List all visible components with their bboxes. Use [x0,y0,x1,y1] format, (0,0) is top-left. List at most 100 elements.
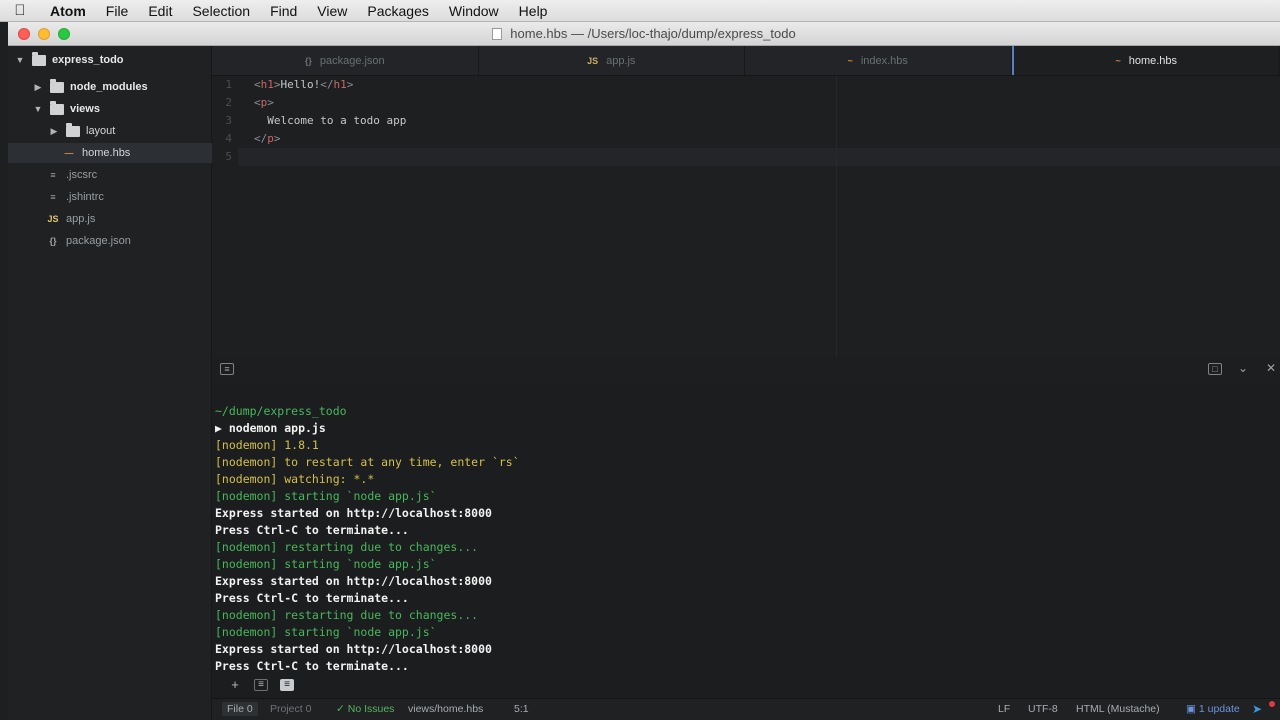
tab-index-hbs[interactable]: ~ index.hbs [745,46,1012,75]
terminal-line: Express started on http://localhost:8000 [215,642,492,656]
file-issues-tab[interactable]: File 0 [222,702,258,716]
menu-find[interactable]: Find [260,3,307,19]
file-path[interactable]: views/home.hbs [408,703,483,715]
menu-atom[interactable]: Atom [40,3,96,19]
folder-icon [50,78,64,93]
menu-file[interactable]: File [96,3,139,19]
grammar[interactable]: HTML (Mustache) [1076,703,1160,715]
title-bar: home.hbs — /Users/loc-thajo/dump/express… [8,22,1280,46]
handlebars-file-icon: — [64,148,74,158]
javascript-file-icon: JS [587,55,599,66]
chevron-down-icon: ▼ [33,104,43,114]
tree-item-label: .jscsrc [66,169,98,181]
terminal-line: [nodemon] starting `node app.js` [215,625,437,639]
tab-home-hbs[interactable]: ~ home.hbs [1011,46,1280,75]
window-controls [18,28,70,40]
maximize-icon[interactable]: □ [1208,363,1222,375]
cursor-position[interactable]: 5:1 [514,703,529,715]
terminal-line: Press Ctrl-C to terminate... [215,659,409,673]
tree-item-node-modules[interactable]: ▶ node_modules [8,77,212,97]
menu-packages[interactable]: Packages [357,3,438,19]
menu-help[interactable]: Help [509,3,558,19]
terminal-line: [nodemon] restarting due to changes... [215,608,479,622]
atom-window: home.hbs — /Users/loc-thajo/dump/express… [8,22,1280,720]
terminal-line: ~/dump/express_todo [215,404,347,418]
menu-selection[interactable]: Selection [182,3,260,19]
terminal-line: [nodemon] starting `node app.js` [215,489,437,503]
terminal-line: [nodemon] to restart at any time, enter … [215,455,520,469]
tree-item-label: home.hbs [82,147,131,159]
minimize-window-button[interactable] [38,28,50,40]
update-label: 1 update [1198,703,1240,715]
tab-label: package.json [319,54,385,67]
terminal-line: [nodemon] starting `node app.js` [215,557,437,571]
tab-package-json[interactable]: {} package.json [212,46,479,75]
tree-item-jscsrc[interactable]: ≡ .jscsrc [8,165,212,185]
menu-edit[interactable]: Edit [138,3,182,19]
terminal-icon[interactable]: ≡ [220,363,234,375]
tab-label: home.hbs [1128,54,1178,67]
terminal-line: Express started on http://localhost:8000 [215,506,492,520]
tree-item-app-js[interactable]: JS app.js [8,209,212,229]
encoding[interactable]: UTF-8 [1028,703,1058,715]
line-number: 2 [225,96,232,109]
linter-status[interactable]: ✓ No Issues [336,703,394,715]
tree-item-label: app.js [66,213,96,225]
terminal-tab-icon[interactable]: ≡ [254,679,268,691]
menu-view[interactable]: View [307,3,357,19]
json-file-icon: {} [49,236,57,246]
tab-label: app.js [606,54,636,67]
terminal-line: Press Ctrl-C to terminate... [215,523,409,537]
terminal-tab-active-icon[interactable]: ≡ [280,679,294,691]
close-window-button[interactable] [18,28,30,40]
terminal-header: ≡ □ ⌄ ✕ [212,356,1280,384]
tree-item-package-json[interactable]: {} package.json [8,231,212,251]
tree-item-label: node_modules [70,81,148,93]
chevron-right-icon: ▶ [34,81,42,92]
tree-view: ▼ express_todo ▶ node_modules ▼ views ▶ … [8,46,212,720]
code-editor[interactable]: 1 2 3 4 5 <h1>Hello!</h1> <p> Welcome to… [212,76,1280,356]
code-line: <p> [254,96,274,109]
line-ending[interactable]: LF [998,703,1010,715]
folder-icon [66,122,80,137]
code-line: Welcome to a todo app [254,114,407,127]
handlebars-file-icon: ~ [1115,55,1121,66]
config-file-icon: ≡ [50,170,56,180]
tree-item-views[interactable]: ▼ views [8,99,212,119]
javascript-file-icon: JS [47,214,59,224]
tree-item-home-hbs[interactable]: — home.hbs [8,143,212,163]
terminal-output[interactable]: ~/dump/express_todo ▶ nodemon app.js [node… [212,384,1280,674]
tree-root-express-todo[interactable]: ▼ express_todo [8,50,212,70]
add-terminal-icon[interactable]: + [228,678,242,692]
check-icon: ✓ [336,703,345,715]
chevron-right-icon: ▶ [50,125,58,136]
close-icon[interactable]: ✕ [1264,362,1278,375]
update-notice[interactable]: ▣ 1 update [1186,703,1240,715]
folder-icon [32,51,46,66]
bird-icon[interactable]: ➤ [1252,702,1262,716]
tree-item-layout[interactable]: ▶ layout [8,121,212,141]
minimize-panel-icon[interactable]: ⌄ [1236,362,1250,375]
config-file-icon: ≡ [50,192,56,202]
status-bar: File 0 Project 0 ✓ No Issues views/home.… [212,698,1280,720]
menu-window[interactable]: Window [439,3,509,19]
terminal-line: [nodemon] restarting due to changes... [215,540,479,554]
linter-status-label: No Issues [347,703,395,715]
window-title: home.hbs — /Users/loc-thajo/dump/express… [510,26,796,41]
zoom-window-button[interactable] [58,28,70,40]
code-line: </p> [254,132,281,145]
apple-logo-icon[interactable]:  [0,2,40,19]
menu-bar:  Atom File Edit Selection Find View Pac… [0,0,1280,22]
document-icon [492,27,503,40]
tree-item-jshintrc[interactable]: ≡ .jshintrc [8,187,212,207]
json-file-icon: {} [304,55,312,66]
project-issues-tab[interactable]: Project 0 [270,703,311,715]
terminal-line: Press Ctrl-C to terminate... [215,591,409,605]
tab-app-js[interactable]: JS app.js [479,46,745,75]
handlebars-file-icon: ~ [847,55,853,66]
tree-item-label: .jshintrc [66,191,104,203]
line-number: 3 [225,114,232,127]
gift-icon: ▣ [1186,703,1196,715]
line-number: 5 [225,150,232,163]
tree-root-label: express_todo [52,54,124,66]
